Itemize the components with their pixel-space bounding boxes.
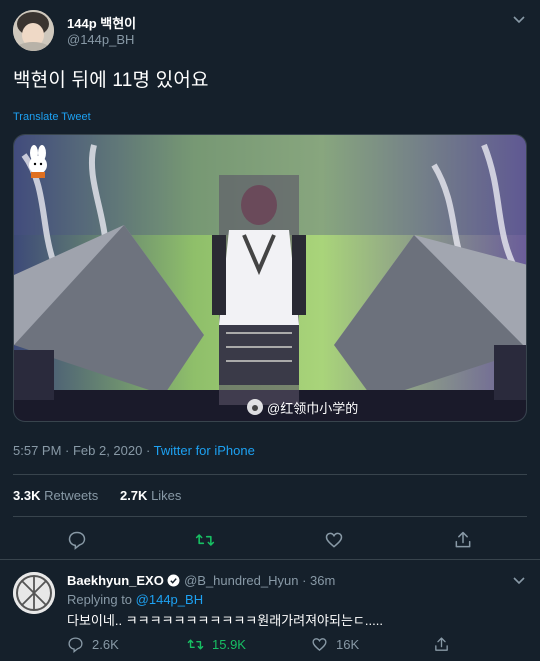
reply-tweet[interactable]: Baekhyun_EXO @B_hundred_Hyun · 36m Reply… [0,561,540,661]
reply-avatar[interactable] [13,572,55,614]
tweet-source[interactable]: Twitter for iPhone [154,443,255,458]
reply-retweet-button[interactable]: 15.9K [187,636,246,653]
replying-to: Replying to @144p_BH [67,592,204,607]
author-name[interactable]: 144p 백현이 [67,13,136,32]
tweet-actions [0,525,540,555]
retweets-stat[interactable]: 3.3K Retweets [13,488,98,503]
retweet-icon [187,639,204,650]
reply-time[interactable]: · 36m [302,573,335,588]
caret-down-icon[interactable] [512,573,526,587]
reply-text: 다보이네.. ㅋㅋㅋㅋㅋㅋㅋㅋㅋㅋㅋ원래가려져야되는ㄷ..... [67,613,383,628]
exo-logo-icon [13,572,55,614]
tweet-media[interactable]: @红领巾小学的 [13,134,527,422]
reply-like-button[interactable]: 16K [311,636,359,653]
reply-author-name[interactable]: Baekhyun_EXO [67,573,164,588]
reply-header: Baekhyun_EXO @B_hundred_Hyun · 36m [67,573,335,588]
stage-photo: @红领巾小学的 [14,135,526,421]
reply-icon[interactable] [67,530,87,550]
tweet-timestamp[interactable]: 5:57 PM · Feb 2, 2020 · [13,443,154,458]
media-watermark: @红领巾小学的 [267,401,358,416]
share-icon[interactable] [453,530,473,550]
reply-author-handle[interactable]: @B_hundred_Hyun [184,573,298,588]
divider [13,516,527,517]
reply-icon [68,637,83,653]
tweet-text: 백현이 뒤에 11명 있어요 [13,70,209,91]
retweet-icon[interactable] [195,530,215,550]
like-icon [312,638,327,652]
divider [13,474,527,475]
main-tweet: 144p 백현이 @144p_BH 백현이 뒤에 11명 있어요 Transla… [0,0,540,530]
weibo-watermark-icon [247,399,263,415]
reply-share-button[interactable] [433,636,450,653]
tweet-stats: 3.3K Retweets 2.7K Likes [13,488,181,503]
divider [0,559,540,560]
author-handle[interactable]: @144p_BH [67,32,134,47]
reply-actions: 2.6K 15.9K 16K [67,636,527,654]
like-icon[interactable] [324,530,344,550]
caret-down-icon[interactable] [512,12,526,26]
author-avatar[interactable] [13,10,54,51]
likes-stat[interactable]: 2.7K Likes [120,488,181,503]
verified-icon [167,574,180,587]
share-icon [435,637,448,651]
replying-to-handle[interactable]: @144p_BH [136,592,203,607]
tweet-meta: 5:57 PM · Feb 2, 2020 · Twitter for iPho… [13,443,255,458]
translate-link[interactable]: Translate Tweet [13,111,91,123]
reply-reply-button[interactable]: 2.6K [67,636,119,653]
